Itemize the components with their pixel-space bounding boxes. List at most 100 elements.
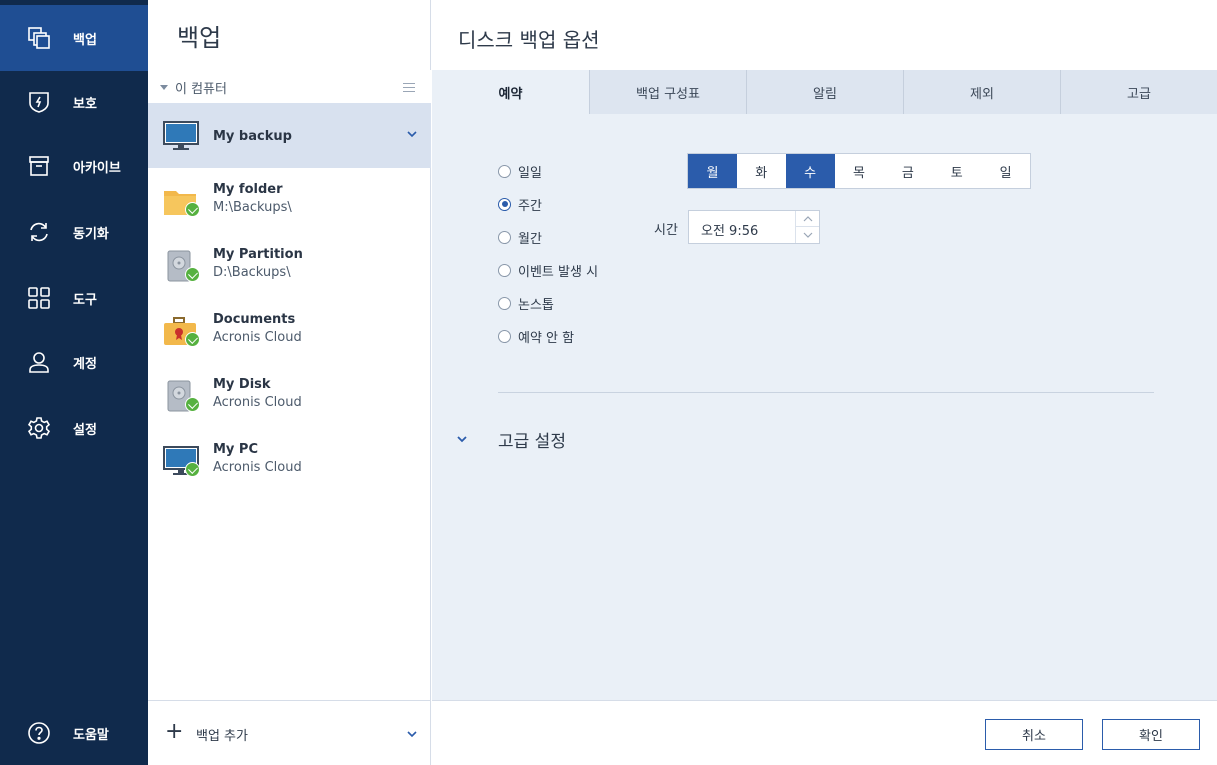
day-toggle-mon[interactable]: 월 <box>688 154 737 188</box>
add-backup-button[interactable]: + 백업 추가 <box>148 700 431 765</box>
tab-schedule[interactable]: 예약 <box>432 70 589 114</box>
backup-destination: D:\Backups\ <box>213 265 291 280</box>
collapse-triangle-icon <box>160 85 168 90</box>
radio-button[interactable] <box>498 164 511 178</box>
nav-label: 도구 <box>73 292 97 308</box>
radio-daily[interactable]: 일일 <box>498 160 542 182</box>
backup-icon <box>28 27 50 49</box>
backup-list-panel: 백업 이 컴퓨터 My backup My folder M:\Backups\… <box>148 0 431 765</box>
radio-label: 예약 안 함 <box>518 330 575 346</box>
backup-item[interactable]: My backup <box>148 103 431 168</box>
time-label: 시간 <box>654 223 678 238</box>
radio-button[interactable] <box>498 329 511 343</box>
backup-item[interactable]: My PC Acronis Cloud <box>148 428 431 493</box>
backup-item[interactable]: My folder M:\Backups\ <box>148 168 431 233</box>
cancel-button[interactable]: 취소 <box>985 719 1083 750</box>
nav-item-sync[interactable]: 동기화 <box>0 199 148 265</box>
day-toggle-thu[interactable]: 목 <box>835 154 884 188</box>
nav-label: 아카이브 <box>73 160 121 176</box>
radio-label: 월간 <box>518 231 542 247</box>
nav-item-tools[interactable]: 도구 <box>0 265 148 331</box>
ok-button[interactable]: 확인 <box>1102 719 1200 750</box>
backup-destination: Acronis Cloud <box>213 460 302 475</box>
radio-button[interactable] <box>498 263 511 277</box>
chevron-down-icon <box>457 436 467 443</box>
main-navigation: 백업 보호 아카이브 동기화 도구 계정 설정 도움말 <box>0 0 148 765</box>
day-toggle-tue[interactable]: 화 <box>737 154 786 188</box>
day-toggle-sat[interactable]: 토 <box>932 154 981 188</box>
radio-button[interactable] <box>498 230 511 244</box>
nav-item-archive[interactable]: 아카이브 <box>0 133 148 199</box>
nav-label: 설정 <box>73 422 97 438</box>
backup-name: My Partition <box>213 247 303 262</box>
nav-item-account[interactable]: 계정 <box>0 329 148 395</box>
backup-name: My PC <box>213 442 259 457</box>
dialog-footer: 취소 확인 <box>432 700 1217 765</box>
time-picker[interactable]: 오전 9:56 <box>688 210 820 244</box>
monitor-icon <box>163 121 199 150</box>
tools-grid-icon <box>28 287 50 309</box>
radio-label: 이벤트 발생 시 <box>518 264 599 280</box>
divider <box>498 392 1154 393</box>
backup-item[interactable]: Documents Acronis Cloud <box>148 298 431 363</box>
group-header[interactable]: 이 컴퓨터 <box>148 70 431 103</box>
chevron-down-icon[interactable] <box>407 130 417 138</box>
panel-title: 백업 <box>177 24 222 52</box>
nav-label: 도움말 <box>73 727 109 743</box>
status-check-icon <box>185 202 200 217</box>
nav-item-help[interactable]: 도움말 <box>0 700 148 765</box>
radio-button[interactable] <box>498 296 511 310</box>
nav-item-protection[interactable]: 보호 <box>0 69 148 135</box>
radio-nonstop[interactable]: 논스톱 <box>498 292 554 314</box>
weekday-selector: 월 화 수 목 금 토 일 <box>687 153 1031 189</box>
tab-backup-scheme[interactable]: 백업 구성표 <box>589 70 746 114</box>
day-toggle-wed[interactable]: 수 <box>785 154 835 188</box>
radio-button[interactable] <box>498 197 511 211</box>
chevron-down-icon[interactable] <box>407 730 417 738</box>
help-icon <box>28 722 50 744</box>
sync-icon <box>30 222 48 242</box>
backup-item[interactable]: My Partition D:\Backups\ <box>148 233 431 298</box>
time-increment-button[interactable] <box>795 211 819 227</box>
nav-label: 동기화 <box>73 226 109 242</box>
backup-destination: Acronis Cloud <box>213 330 302 345</box>
tab-advanced[interactable]: 고급 <box>1060 70 1217 114</box>
backup-item[interactable]: My Disk Acronis Cloud <box>148 363 431 428</box>
menu-lines-icon[interactable] <box>403 83 415 92</box>
backup-name: My folder <box>213 182 283 197</box>
advanced-settings-label: 고급 설정 <box>498 431 566 452</box>
group-label: 이 컴퓨터 <box>175 82 227 97</box>
nav-item-settings[interactable]: 설정 <box>0 395 148 461</box>
radio-on-event[interactable]: 이벤트 발생 시 <box>498 259 598 281</box>
archive-icon <box>29 156 49 176</box>
account-icon <box>29 352 49 373</box>
status-check-icon <box>185 332 200 347</box>
backup-destination: M:\Backups\ <box>213 200 292 215</box>
day-toggle-fri[interactable]: 금 <box>883 154 932 188</box>
backup-destination: Acronis Cloud <box>213 395 302 410</box>
radio-no-schedule[interactable]: 예약 안 함 <box>498 325 574 347</box>
radio-label: 일일 <box>518 165 542 181</box>
tab-notifications[interactable]: 알림 <box>746 70 903 114</box>
nav-label: 백업 <box>73 32 97 48</box>
radio-label: 논스톱 <box>518 297 554 313</box>
title-bar: 디스크 백업 옵션 <box>432 0 1217 70</box>
radio-label: 주간 <box>518 198 542 214</box>
chevron-down-icon <box>803 232 812 238</box>
day-toggle-sun[interactable]: 일 <box>981 154 1030 188</box>
chevron-up-icon <box>803 215 812 221</box>
status-check-icon <box>185 462 200 477</box>
radio-monthly[interactable]: 월간 <box>498 226 542 248</box>
radio-weekly[interactable]: 주간 <box>498 193 542 215</box>
plus-icon: + <box>165 719 184 744</box>
status-check-icon <box>185 267 200 282</box>
add-backup-label: 백업 추가 <box>196 729 248 744</box>
advanced-settings-toggle[interactable]: 고급 설정 <box>456 427 566 452</box>
time-value[interactable]: 오전 9:56 <box>701 220 758 239</box>
nav-label: 보호 <box>73 96 97 112</box>
tab-exclusions[interactable]: 제외 <box>903 70 1060 114</box>
nav-label: 계정 <box>73 356 97 372</box>
time-decrement-button[interactable] <box>795 227 819 243</box>
options-panel: 디스크 백업 옵션 예약 백업 구성표 알림 제외 고급 일일 주간 월간 이벤… <box>432 0 1217 765</box>
nav-item-backup[interactable]: 백업 <box>0 5 148 71</box>
